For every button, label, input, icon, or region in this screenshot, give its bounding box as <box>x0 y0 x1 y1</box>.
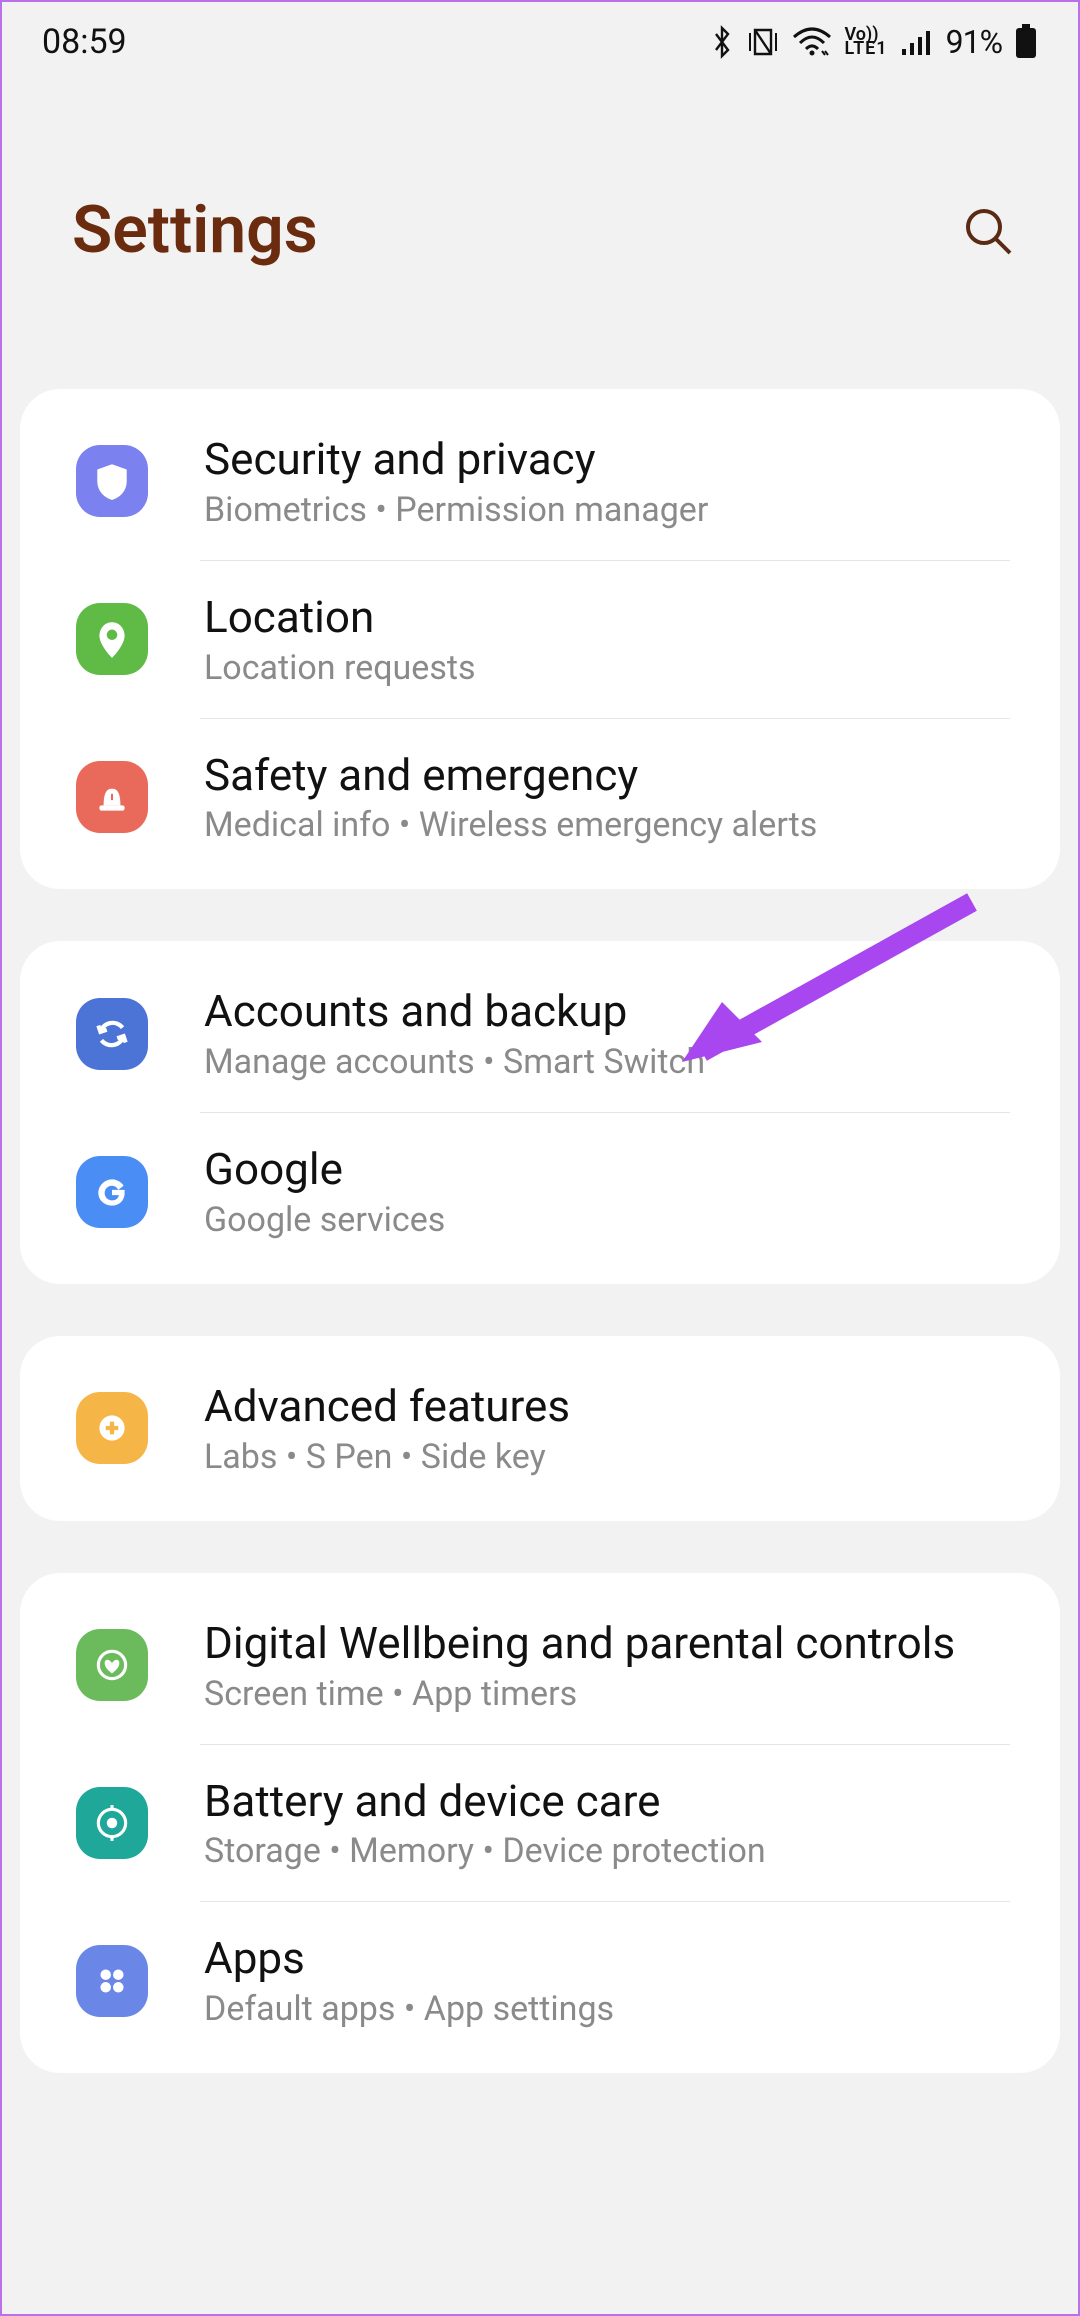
status-bar: 08:59 Vo))LTE1 91% <box>2 2 1078 72</box>
settings-group: Accounts and backup Manage accounts • Sm… <box>20 941 1060 1284</box>
item-subtitle: Storage • Memory • Device protection <box>204 1831 1020 1871</box>
item-battery-device-care[interactable]: Battery and device care Storage • Memory… <box>20 1745 1060 1902</box>
vibrate-icon <box>746 25 780 59</box>
item-subtitle: Labs • S Pen • Side key <box>204 1437 1020 1477</box>
item-digital-wellbeing[interactable]: Digital Wellbeing and parental controls … <box>20 1587 1060 1744</box>
sync-icon <box>76 998 148 1070</box>
battery-percent: 91% <box>946 23 1002 61</box>
google-icon <box>76 1156 148 1228</box>
settings-group: Advanced features Labs • S Pen • Side ke… <box>20 1336 1060 1521</box>
location-icon <box>76 603 148 675</box>
item-subtitle: Manage accounts • Smart Switch <box>204 1042 1020 1082</box>
shield-icon <box>76 445 148 517</box>
advanced-icon <box>76 1392 148 1464</box>
bluetooth-icon <box>710 25 734 59</box>
item-subtitle: Biometrics • Permission manager <box>204 490 1020 530</box>
item-title: Google <box>204 1143 1020 1196</box>
search-button[interactable] <box>958 201 1018 261</box>
item-subtitle: Screen time • App timers <box>204 1674 1020 1714</box>
item-title: Battery and device care <box>204 1775 1020 1828</box>
emergency-icon <box>76 761 148 833</box>
wellbeing-icon <box>76 1629 148 1701</box>
search-icon <box>962 205 1014 257</box>
volte-icon: Vo))LTE1 <box>844 28 887 56</box>
item-location[interactable]: Location Location requests <box>20 561 1060 718</box>
item-safety-emergency[interactable]: Safety and emergency Medical info • Wire… <box>20 719 1060 876</box>
item-title: Advanced features <box>204 1380 1020 1433</box>
settings-header: Settings <box>2 72 1078 389</box>
wifi-icon <box>792 27 832 57</box>
item-subtitle: Medical info • Wireless emergency alerts <box>204 805 1020 845</box>
item-apps[interactable]: Apps Default apps • App settings <box>20 1902 1060 2059</box>
item-title: Apps <box>204 1932 1020 1985</box>
item-subtitle: Google services <box>204 1200 1020 1240</box>
item-title: Digital Wellbeing and parental controls <box>204 1617 1020 1670</box>
item-google[interactable]: Google Google services <box>20 1113 1060 1270</box>
item-advanced-features[interactable]: Advanced features Labs • S Pen • Side ke… <box>20 1350 1060 1507</box>
status-icons: Vo))LTE1 91% <box>710 23 1038 61</box>
item-accounts-backup[interactable]: Accounts and backup Manage accounts • Sm… <box>20 955 1060 1112</box>
status-time: 08:59 <box>42 22 127 62</box>
item-title: Safety and emergency <box>204 749 1020 802</box>
item-title: Location <box>204 591 1020 644</box>
apps-icon <box>76 1945 148 2017</box>
item-subtitle: Location requests <box>204 648 1020 688</box>
battery-icon <box>1014 24 1038 60</box>
signal-icon <box>900 27 934 57</box>
item-title: Security and privacy <box>204 433 1020 486</box>
page-title: Settings <box>72 192 318 269</box>
item-title: Accounts and backup <box>204 985 1020 1038</box>
item-security-privacy[interactable]: Security and privacy Biometrics • Permis… <box>20 403 1060 560</box>
item-subtitle: Default apps • App settings <box>204 1989 1020 2029</box>
settings-group: Security and privacy Biometrics • Permis… <box>20 389 1060 889</box>
device-care-icon <box>76 1787 148 1859</box>
settings-group: Digital Wellbeing and parental controls … <box>20 1573 1060 2073</box>
